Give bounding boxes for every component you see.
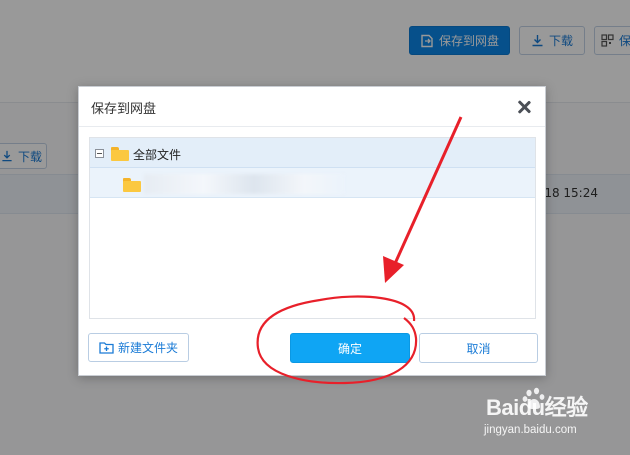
folder-icon (123, 178, 141, 192)
new-folder-icon (99, 342, 114, 354)
tree-item-label: 全部文件 (133, 148, 182, 162)
dialog-header: 保存到网盘 (79, 87, 545, 127)
cancel-button[interactable]: 取消 (419, 333, 538, 363)
cancel-label: 取消 (466, 341, 491, 356)
watermark-url: jingyan.baidu.com (484, 424, 577, 436)
confirm-button[interactable]: 确定 (290, 333, 410, 363)
folder-icon (111, 147, 129, 161)
new-folder-button[interactable]: 新建文件夹 (88, 333, 189, 362)
new-folder-label: 新建文件夹 (117, 341, 178, 355)
close-icon[interactable] (516, 99, 532, 115)
dialog-title: 保存到网盘 (91, 102, 157, 117)
folder-tree: 全部文件 (89, 137, 536, 319)
tree-item-all-files[interactable]: 全部文件 (90, 138, 535, 168)
baidu-jingyan-watermark: Baidu经验 jingyan.baidu.com (478, 387, 626, 444)
watermark-brand: Baidu经验 (486, 395, 588, 420)
save-to-netdisk-dialog: 保存到网盘 全部文件 新建文件夹 确定 取消 (78, 86, 546, 376)
collapse-minus-icon[interactable] (95, 149, 104, 158)
confirm-label: 确定 (337, 341, 362, 356)
tree-item-label-blurred (144, 174, 344, 194)
